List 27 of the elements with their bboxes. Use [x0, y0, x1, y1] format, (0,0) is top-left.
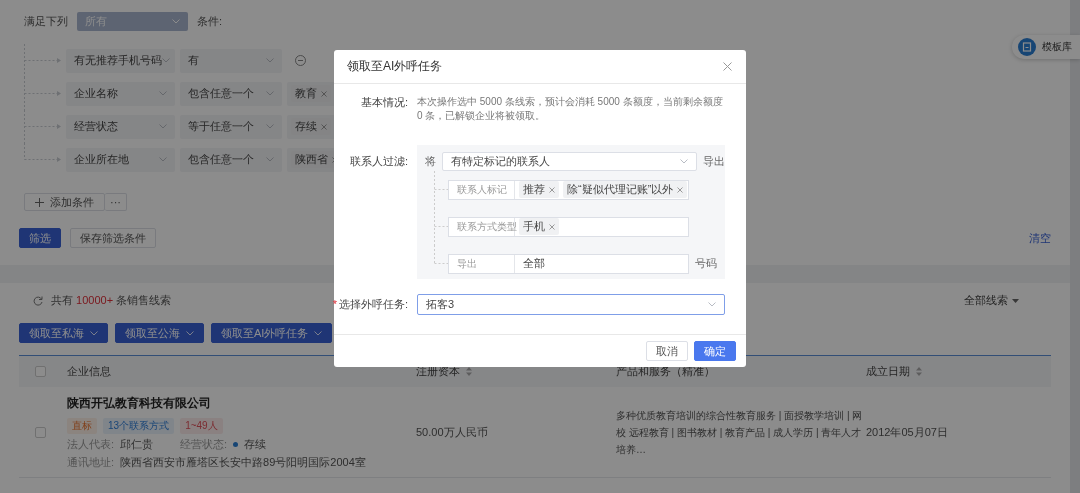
column-header: 企业信息 — [67, 364, 111, 379]
match-label: 满足下列 — [24, 14, 68, 29]
field-suffix: 号码 — [695, 256, 717, 271]
table-cell: 2012年05月07日 — [866, 424, 948, 440]
company-tag: 1~49人 — [180, 417, 223, 434]
tag: 推荐 — [519, 181, 559, 198]
required-mark: * — [332, 298, 337, 310]
legal-representative: 邱仁贵 — [120, 436, 155, 452]
filter-suffix: 导出 — [703, 154, 725, 169]
status-value: 存续 — [244, 436, 267, 452]
field-label: * 选择外呼任务: — [332, 297, 408, 312]
field-label: 联系人过滤: — [349, 154, 408, 169]
table-cell: 50.00万人民币 — [416, 424, 488, 440]
address-value: 陕西省西安市雁塔区长安中路89号阳明国际2004室 — [120, 454, 366, 470]
company-tag: 直标 — [67, 417, 97, 434]
condition-label: 条件: — [197, 14, 223, 29]
field-label: 基本情况: — [360, 95, 408, 110]
tag: 除“疑似代理记账”以外 — [563, 181, 688, 198]
column-header: 成立日期 — [866, 364, 910, 379]
dialog-title: 领取至AI外呼任务 — [347, 58, 443, 75]
company-tag: 13个联系方式 — [103, 417, 175, 434]
result-count: 共有 10000+ 条销售线索 — [51, 293, 172, 308]
field-value: 全部 — [522, 256, 545, 271]
tag: 手机 — [519, 218, 559, 235]
summary-text: 本次操作选中 5000 条线索，预计会消耗 5000 条额度，当前剩余额度 0 条，已解锁企业将被领取。 — [417, 95, 724, 123]
filter-prefix: 将 — [425, 154, 436, 169]
table-cell-text: 多种优质教育培训的综合性教育服务 | 面授教学培训 | 网校 远程教育 | 图书教材 | 教育产品 | 成人学历 | 青年人才培养… — [616, 408, 864, 457]
